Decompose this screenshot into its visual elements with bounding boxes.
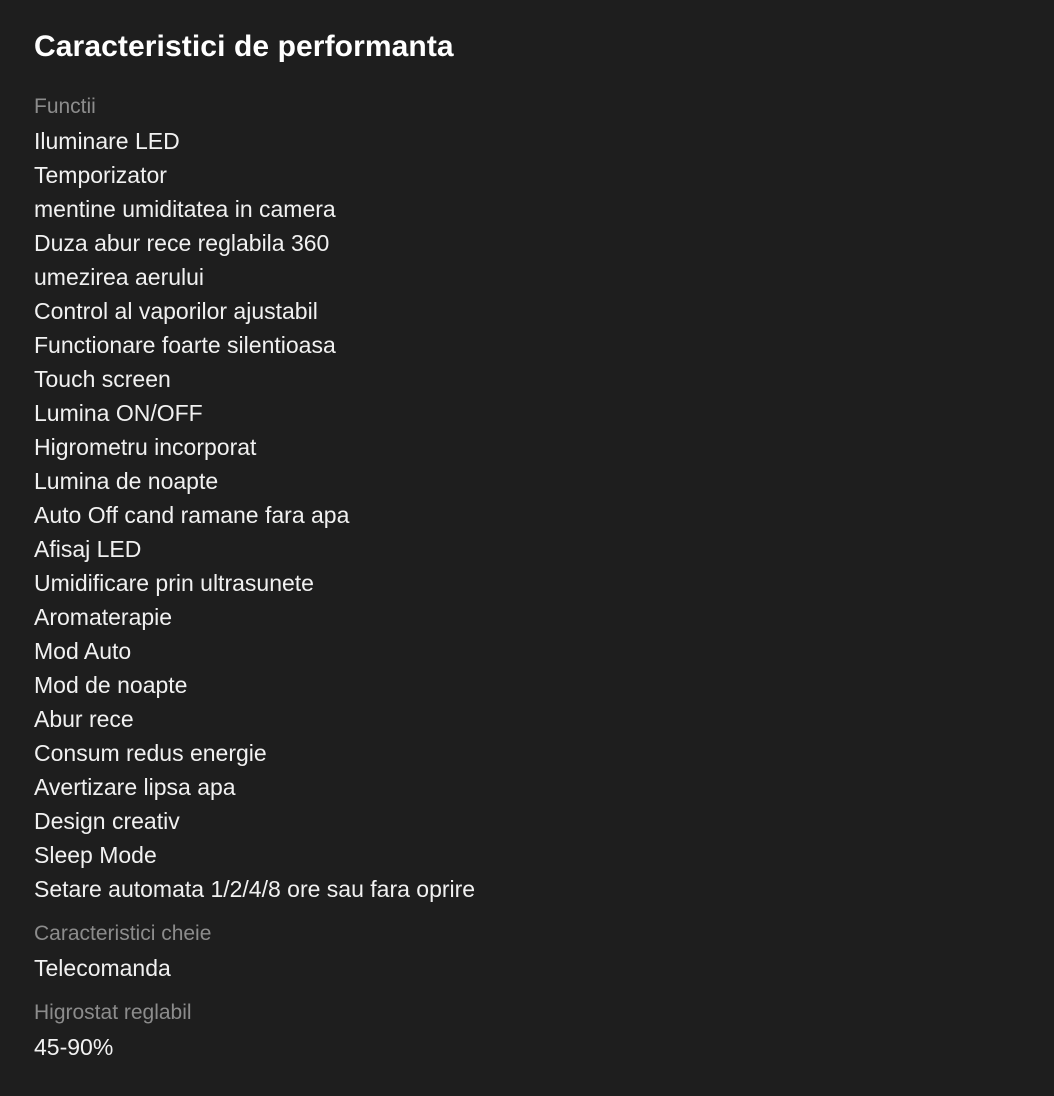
spec-section: Higrostat reglabil 45-90% bbox=[34, 996, 1020, 1064]
spec-value-item: Temporizator bbox=[34, 162, 167, 188]
spec-value-list: Telecomanda bbox=[34, 951, 1020, 985]
spec-value-item: Control al vaporilor ajustabil bbox=[34, 298, 318, 324]
spec-value-item: Umidificare prin ultrasunete bbox=[34, 570, 314, 596]
spec-value-item: Touch screen bbox=[34, 366, 171, 392]
spec-value-item: Lumina ON/OFF bbox=[34, 400, 203, 426]
spec-value-item: Lumina de noapte bbox=[34, 468, 219, 494]
spec-value-item: Mod Auto bbox=[34, 638, 132, 664]
spec-section: Caracteristici cheie Telecomanda bbox=[34, 917, 1020, 985]
spec-value-item: Afisaj LED bbox=[34, 536, 142, 562]
spec-section-label: Caracteristici cheie bbox=[34, 922, 212, 945]
specification-sections: Functii Iluminare LED Temporizator mentine … bbox=[34, 90, 1020, 1064]
spec-section: Functii Iluminare LED Temporizator mentine … bbox=[34, 90, 1020, 906]
spec-section-label: Functii bbox=[34, 95, 96, 118]
spec-value-item: Higrometru incorporat bbox=[34, 434, 257, 460]
page-title: Caracteristici de performanta bbox=[34, 30, 454, 63]
spec-value-list: Iluminare LED Temporizator mentine umidita… bbox=[34, 124, 1020, 906]
spec-value-item: Functionare foarte silentioasa bbox=[34, 332, 336, 358]
spec-value-item: Avertizare lipsa apa bbox=[34, 774, 236, 800]
spec-value-item: Abur rece bbox=[34, 706, 134, 732]
spec-value-item: Duza abur rece reglabila 360 bbox=[34, 230, 330, 256]
spec-value-item: 45-90% bbox=[34, 1034, 114, 1060]
spec-value-item: Aromaterapie bbox=[34, 604, 173, 630]
spec-value-item: Iluminare LED bbox=[34, 128, 180, 154]
spec-section-label: Higrostat reglabil bbox=[34, 1001, 192, 1024]
spec-value-item: Setare automata 1/2/4/8 ore sau fara opr… bbox=[34, 876, 476, 902]
spec-value-item: umezirea aerului bbox=[34, 264, 205, 290]
spec-value-item: Mod de noapte bbox=[34, 672, 188, 698]
specifications-page: Caracteristici de performanta Functii Ilu… bbox=[0, 0, 1054, 1096]
spec-value-list: 45-90% bbox=[34, 1030, 1020, 1064]
spec-value-item: Telecomanda bbox=[34, 955, 171, 981]
spec-value-item: Auto Off cand ramane fara apa bbox=[34, 502, 350, 528]
spec-value-item: Sleep Mode bbox=[34, 842, 157, 868]
spec-value-item: mentine umiditatea in camera bbox=[34, 196, 336, 222]
spec-value-item: Consum redus energie bbox=[34, 740, 267, 766]
spec-value-item: Design creativ bbox=[34, 808, 180, 834]
